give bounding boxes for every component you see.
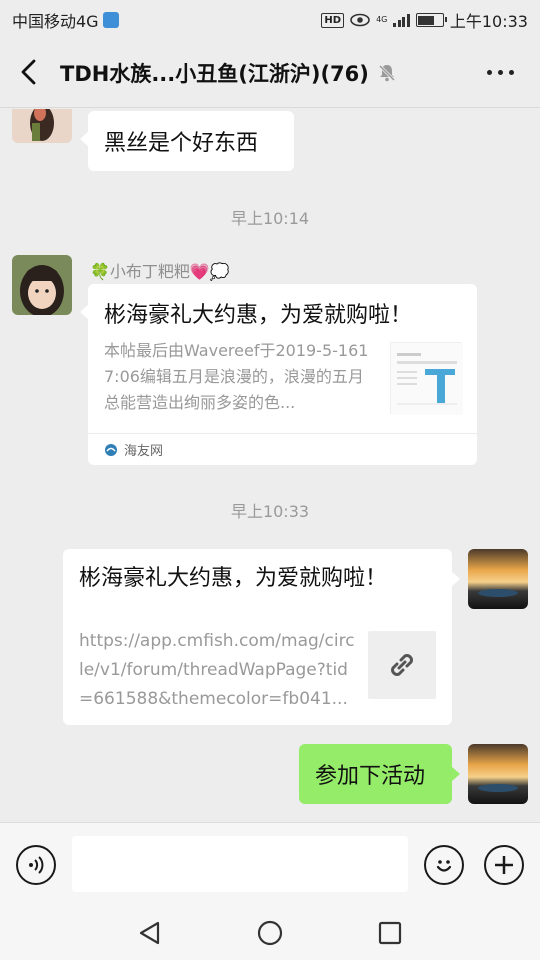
battery-icon <box>415 13 447 27</box>
card-source-footer: 海友网 <box>88 433 477 465</box>
card-url: https://app.cmfish.com/mag/circle/v1/for… <box>79 631 355 709</box>
message-bubble-1[interactable]: 黑丝是个好东西 <box>80 111 294 171</box>
message-text: 黑丝是个好东西 <box>104 131 259 156</box>
input-bar <box>0 822 540 906</box>
plus-icon <box>495 856 513 874</box>
emoji-icon <box>436 860 452 872</box>
avatar-sender-2[interactable] <box>12 255 72 315</box>
nav-home-icon[interactable] <box>257 920 283 946</box>
signal-icon <box>393 13 410 27</box>
bell-muted-icon <box>378 64 395 82</box>
message-input[interactable] <box>72 836 408 892</box>
network-badge: 4G <box>376 15 388 24</box>
card-description: 本帖最后由Wavereef于2019-5-1617:06编辑五月是浪漫的，浪漫的… <box>104 341 369 412</box>
status-left: 中国移动4G <box>12 8 119 32</box>
chat-title[interactable]: TDH水族...小丑鱼(江浙沪)(76) <box>60 58 369 88</box>
more-options-icon[interactable] <box>487 70 514 75</box>
app-notification-icon <box>102 12 119 28</box>
source-logo-icon <box>105 443 117 456</box>
nav-recents-icon[interactable] <box>377 920 403 946</box>
avatar-sender-1[interactable] <box>12 109 72 143</box>
sender-name: 🍀小布丁粑粑💗💭 <box>90 262 230 281</box>
system-nav-bar <box>0 906 540 960</box>
card-title: 彬海豪礼大约惠，为爱就购啦！ <box>79 566 388 591</box>
message-text: 参加下活动 <box>315 764 426 789</box>
voice-icon <box>29 856 44 874</box>
more-functions-button[interactable] <box>484 845 524 885</box>
link-card-1[interactable]: 彬海豪礼大约惠，为爱就购啦！ 本帖最后由Wavereef于2019-5-1617… <box>80 284 477 465</box>
card-title: 彬海豪礼大约惠，为爱就购啦！ <box>104 303 413 328</box>
hd-badge: HD <box>321 12 345 28</box>
back-arrow-icon[interactable] <box>16 58 44 86</box>
eye-icon <box>350 13 370 27</box>
status-bar: 中国移动4G HD 4G 上午10:33 <box>0 0 540 36</box>
card-thumbnail <box>390 342 463 415</box>
emoji-button[interactable] <box>424 845 464 885</box>
nav-back-icon[interactable] <box>137 920 163 946</box>
avatar-self[interactable] <box>468 744 528 804</box>
carrier-label: 中国移动4G <box>12 12 99 31</box>
status-time: 上午10:33 <box>449 12 528 31</box>
card-source: 海友网 <box>124 444 164 459</box>
link-thumbnail <box>368 631 436 699</box>
message-bubble-4[interactable]: 参加下活动 <box>299 744 460 804</box>
chat-header: TDH水族...小丑鱼(江浙沪)(76) <box>0 36 540 108</box>
link-card-2[interactable]: 彬海豪礼大约惠，为爱就购啦！ https://app.cmfish.com/ma… <box>63 549 460 725</box>
status-right: HD 4G 上午10:33 <box>321 8 528 32</box>
voice-input-button[interactable] <box>16 845 56 885</box>
link-icon <box>391 654 413 676</box>
timestamp: 早上10:14 <box>230 209 310 228</box>
chat-messages[interactable]: 黑丝是个好东西 早上10:14 🍀小布丁粑粑💗💭 彬海豪礼大约惠，为爱就购啦！ … <box>0 109 540 822</box>
chat-title-wrap: TDH水族...小丑鱼(江浙沪)(76) <box>60 58 397 88</box>
timestamp: 早上10:33 <box>230 502 310 521</box>
avatar-self[interactable] <box>468 549 528 609</box>
